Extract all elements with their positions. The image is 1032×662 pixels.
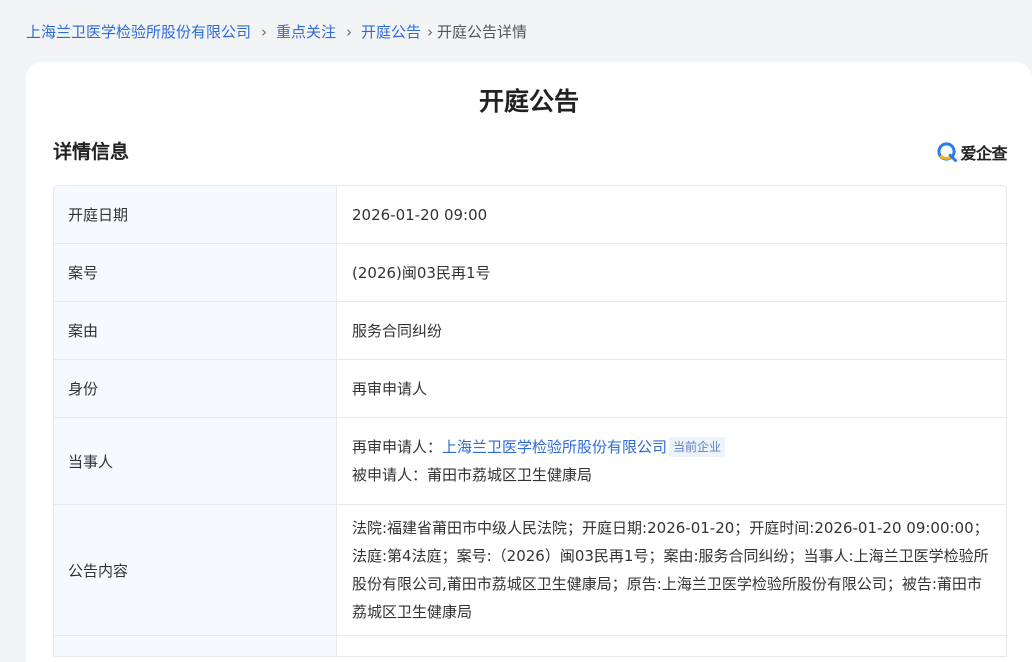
case-number-value: (2026)闽03民再1号: [352, 263, 491, 282]
row-label: 公告内容: [54, 505, 337, 635]
detail-table: 开庭日期 2026-01-20 09:00 案号 (2026)闽03民再1号 案…: [53, 185, 1007, 657]
breadcrumb-current: 开庭公告详情: [437, 23, 528, 41]
chevron-right-icon: ›: [261, 23, 268, 41]
table-row: 案由 服务合同纠纷: [54, 302, 1006, 360]
notice-content-value: 法院:福建省莆田市中级人民法院；开庭日期:2026-01-20；开庭时间:202…: [337, 505, 1006, 635]
cause-value: 服务合同纠纷: [352, 321, 443, 340]
section-title: 详情信息: [53, 141, 130, 163]
breadcrumb-hearing-notice-link[interactable]: 开庭公告: [361, 20, 421, 44]
table-row: 当事人 再审申请人：上海兰卫医学检验所股份有限公司 当前企业 被申请人：莆田市荔城…: [54, 418, 1006, 505]
brand-name: 爱企查: [960, 144, 1007, 163]
party-company-link[interactable]: 上海兰卫医学检验所股份有限公司: [442, 438, 667, 456]
current-company-tag: 当前企业: [669, 437, 726, 457]
breadcrumb-company-link[interactable]: 上海兰卫医学检验所股份有限公司: [26, 20, 251, 44]
table-row: 案号 (2026)闽03民再1号: [54, 244, 1006, 302]
chevron-right-icon: ›: [427, 23, 434, 41]
row-label: [54, 636, 337, 656]
row-label: 当事人: [54, 418, 337, 504]
row-value: [337, 636, 1006, 656]
table-row: 开庭日期 2026-01-20 09:00: [54, 186, 1006, 244]
page-title: 开庭公告: [478, 87, 579, 116]
table-row: [54, 636, 1006, 657]
chevron-right-icon: ›: [346, 23, 353, 41]
brand-badge: 爱企查: [936, 140, 1007, 164]
detail-card: 开庭公告 详情信息 爱企查 开庭日期 2026-01-20 09:00 案号 (…: [26, 62, 1032, 662]
parties-value: 再审申请人：上海兰卫医学检验所股份有限公司 当前企业 被申请人：莆田市荔城区卫生健…: [337, 418, 1006, 504]
row-label: 案号: [54, 244, 337, 301]
row-label: 案由: [54, 302, 337, 359]
breadcrumb: 上海兰卫医学检验所股份有限公司 › 重点关注 › 开庭公告 › 开庭公告详情: [26, 20, 527, 44]
table-row: 公告内容 法院:福建省莆田市中级人民法院；开庭日期:2026-01-20；开庭时…: [54, 505, 1006, 636]
row-label: 身份: [54, 360, 337, 417]
party-respondent-line: 被申请人：莆田市荔城区卫生健康局: [352, 466, 593, 484]
role-value: 再审申请人: [352, 379, 428, 398]
party-applicant-prefix: 再审申请人：: [352, 438, 443, 456]
row-label: 开庭日期: [54, 186, 337, 243]
aiqicha-logo-icon: [937, 142, 958, 162]
table-row: 身份 再审申请人: [54, 360, 1006, 418]
party-applicant-line: 再审申请人：上海兰卫医学检验所股份有限公司 当前企业: [352, 433, 990, 461]
hearing-date-value: 2026-01-20 09:00: [352, 205, 488, 224]
breadcrumb-focus-link[interactable]: 重点关注: [276, 20, 336, 44]
notice-content-text: 法院:福建省莆田市中级人民法院；开庭日期:2026-01-20；开庭时间:202…: [352, 519, 989, 621]
